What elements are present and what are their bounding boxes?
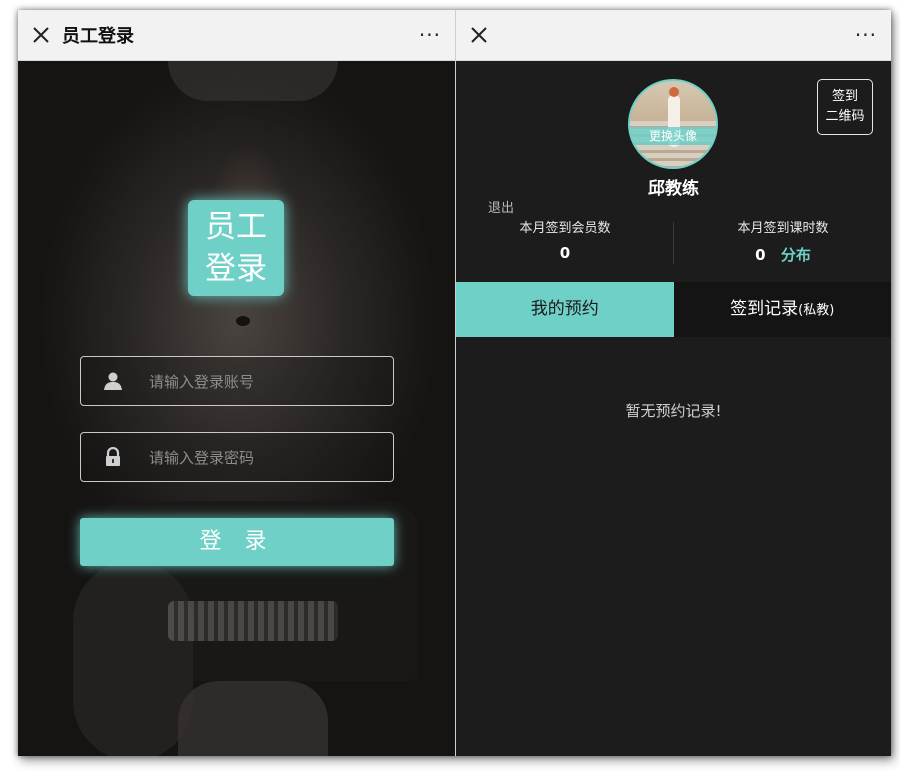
username-field[interactable]: 请输入登录账号 [80, 356, 394, 406]
tab-checkin-records[interactable]: 签到记录(私教) [673, 282, 891, 337]
lock-icon [106, 447, 120, 466]
photo-shape [236, 316, 250, 326]
page-title: 员工登录 [62, 26, 134, 47]
title-bar: 员工登录 ··· [18, 10, 455, 61]
close-icon[interactable] [468, 24, 490, 46]
qr-line-2: 二维码 [825, 109, 865, 124]
photo-shape [73, 561, 193, 756]
tab-label: 签到记录 [730, 299, 799, 319]
checkin-qr-button[interactable]: 签到 二维码 [817, 79, 873, 135]
photo-shape [178, 681, 328, 756]
login-screen: 员工登录 ··· 员工 登录 请输入登录账号 请输入登录密码 登 录 [18, 10, 455, 756]
tab-my-appointments[interactable]: 我的预约 [456, 282, 674, 337]
qr-line-1: 签到 [831, 89, 858, 104]
password-field[interactable]: 请输入登录密码 [80, 432, 394, 482]
more-icon[interactable]: ··· [855, 23, 877, 47]
empty-state-message: 暂无预约记录! [625, 402, 722, 420]
logo-badge: 员工 登录 [188, 200, 284, 296]
logo-line-2: 登录 [205, 251, 267, 287]
close-icon[interactable] [30, 24, 52, 46]
stat-label: 本月签到课时数 [737, 221, 829, 236]
avatar[interactable]: 更换头像 [628, 79, 718, 169]
stat-divider [673, 222, 674, 264]
stat-value-row: 0 分布 [683, 244, 883, 265]
screenshot-frame: 员工登录 ··· 员工 登录 请输入登录账号 请输入登录密码 登 录 ··· 更… [18, 10, 891, 756]
tab-suffix: (私教) [798, 303, 835, 318]
password-placeholder: 请输入登录密码 [149, 448, 255, 467]
username-placeholder: 请输入登录账号 [149, 372, 255, 391]
background-photo [18, 61, 455, 756]
login-button[interactable]: 登 录 [80, 518, 394, 566]
stat-value: 0 [755, 246, 766, 264]
title-bar: ··· [456, 10, 891, 61]
photo-shape [168, 61, 338, 101]
user-icon [104, 372, 122, 390]
distribution-link[interactable]: 分布 [781, 246, 811, 264]
logo-line-1: 员工 [205, 209, 267, 245]
avatar-photo-part [669, 87, 679, 97]
stat-label: 本月签到会员数 [519, 221, 611, 236]
stat-lesson-checkins: 本月签到课时数 0 分布 [683, 217, 883, 265]
photo-shape [168, 601, 338, 641]
more-icon[interactable]: ··· [419, 23, 441, 47]
stat-value: 0 [559, 244, 571, 262]
coach-name: 邱教练 [648, 179, 699, 199]
stat-member-checkins: 本月签到会员数 0 [465, 217, 665, 262]
coach-profile-screen: ··· 更换头像 签到 二维码 邱教练 退出 本月签到会员数 0 本月签到课时数… [456, 10, 891, 756]
logout-link[interactable]: 退出 [488, 197, 514, 216]
change-avatar-label[interactable]: 更换头像 [630, 127, 716, 145]
tab-bar: 我的预约 签到记录(私教) [456, 282, 891, 337]
